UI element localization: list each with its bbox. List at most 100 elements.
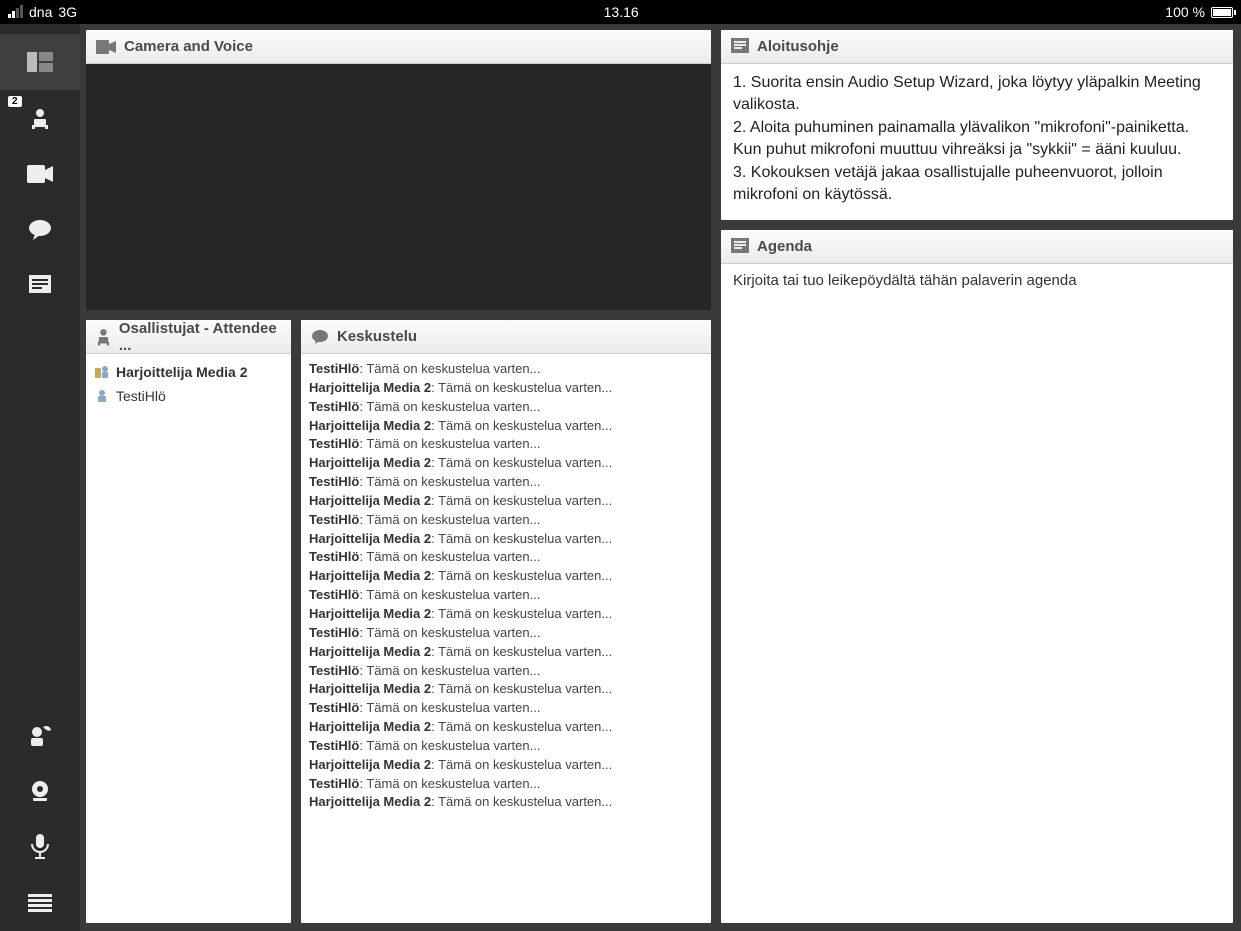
- panel-attendees: Osallistujat - Attendee ... Harjoittelij…: [86, 320, 291, 923]
- main-content: Camera and Voice Osallistujat - Attendee…: [80, 24, 1241, 931]
- panel-chat: Keskustelu TestiHlö: Tämä on keskustelua…: [301, 320, 711, 923]
- sidebar-item-attendees[interactable]: 2: [0, 90, 80, 146]
- sidebar-item-raise-hand[interactable]: [0, 707, 80, 763]
- panel-instructions: Aloitusohje 1. Suorita ensin Audio Setup…: [721, 30, 1233, 220]
- panel-attendees-title: Osallistujat - Attendee ...: [119, 320, 281, 354]
- panel-instructions-header[interactable]: Aloitusohje: [721, 30, 1233, 64]
- panel-instructions-title: Aloitusohje: [757, 38, 839, 55]
- chat-text: : Tämä on keskustelua varten...: [359, 399, 540, 414]
- chat-text: : Tämä on keskustelua varten...: [431, 606, 612, 621]
- chat-text: : Tämä on keskustelua varten...: [431, 644, 612, 659]
- note-icon: [731, 38, 749, 56]
- chat-line: Harjoittelija Media 2: Tämä on keskustel…: [309, 567, 703, 586]
- sidebar-item-chat[interactable]: [0, 202, 80, 258]
- panel-agenda-header[interactable]: Agenda: [721, 230, 1233, 264]
- chat-line: Harjoittelija Media 2: Tämä on keskustel…: [309, 756, 703, 775]
- sidebar-item-layout[interactable]: [0, 34, 80, 90]
- chat-line: Harjoittelija Media 2: Tämä on keskustel…: [309, 643, 703, 662]
- chat-line: TestiHlö: Tämä on keskustelua varten...: [309, 360, 703, 379]
- chat-user: Harjoittelija Media 2: [309, 719, 431, 734]
- chat-user: Harjoittelija Media 2: [309, 644, 431, 659]
- attendee-row[interactable]: Harjoittelija Media 2: [92, 360, 285, 384]
- chat-text: : Tämä on keskustelua varten...: [431, 719, 612, 734]
- chat-user: TestiHlö: [309, 625, 359, 640]
- panel-chat-header[interactable]: Keskustelu: [301, 320, 711, 354]
- chat-text: : Tämä on keskustelua varten...: [359, 474, 540, 489]
- sidebar-item-microphone[interactable]: [0, 819, 80, 875]
- chat-user: TestiHlö: [309, 436, 359, 451]
- chat-line: Harjoittelija Media 2: Tämä on keskustel…: [309, 530, 703, 549]
- person-icon: [96, 328, 111, 346]
- panel-camera-title: Camera and Voice: [124, 38, 253, 55]
- chat-text: : Tämä on keskustelua varten...: [431, 455, 612, 470]
- panel-camera: Camera and Voice: [86, 30, 711, 310]
- chat-line: TestiHlö: Tämä on keskustelua varten...: [309, 435, 703, 454]
- chat-user: Harjoittelija Media 2: [309, 418, 431, 433]
- sidebar-item-menu[interactable]: [0, 875, 80, 931]
- network-label: 3G: [58, 4, 77, 20]
- panel-attendees-header[interactable]: Osallistujat - Attendee ...: [86, 320, 291, 354]
- chat-line: Harjoittelija Media 2: Tämä on keskustel…: [309, 379, 703, 398]
- chat-line: TestiHlö: Tämä on keskustelua varten...: [309, 699, 703, 718]
- attendees-list: Harjoittelija Media 2 TestiHlö: [86, 354, 291, 923]
- note-icon: [731, 238, 749, 256]
- attendee-name: Harjoittelija Media 2: [116, 364, 247, 380]
- instruction-line: 2. Aloita puhuminen painamalla ylävaliko…: [733, 117, 1221, 162]
- camera-stage[interactable]: [86, 64, 711, 310]
- speech-icon: [311, 329, 329, 345]
- chat-text: : Tämä on keskustelua varten...: [359, 776, 540, 791]
- chat-line: TestiHlö: Tämä on keskustelua varten...: [309, 737, 703, 756]
- chat-text: : Tämä on keskustelua varten...: [359, 738, 540, 753]
- chat-user: TestiHlö: [309, 474, 359, 489]
- chat-user: Harjoittelija Media 2: [309, 757, 431, 772]
- panel-agenda-title: Agenda: [757, 238, 812, 255]
- chat-line: Harjoittelija Media 2: Tämä on keskustel…: [309, 605, 703, 624]
- video-icon: [96, 40, 116, 54]
- panel-agenda: Agenda Kirjoita tai tuo leikepöydältä tä…: [721, 230, 1233, 923]
- carrier-label: dna: [29, 4, 52, 20]
- chat-line: Harjoittelija Media 2: Tämä on keskustel…: [309, 417, 703, 436]
- chat-text: : Tämä on keskustelua varten...: [359, 436, 540, 451]
- instruction-line: 3. Kokouksen vetäjä jakaa osallistujalle…: [733, 162, 1221, 207]
- chat-user: TestiHlö: [309, 587, 359, 602]
- attendee-row[interactable]: TestiHlö: [92, 384, 285, 408]
- panel-camera-header[interactable]: Camera and Voice: [86, 30, 711, 64]
- chat-log[interactable]: TestiHlö: Tämä on keskustelua varten...H…: [301, 354, 711, 923]
- chat-user: TestiHlö: [309, 700, 359, 715]
- chat-user: Harjoittelija Media 2: [309, 681, 431, 696]
- chat-text: : Tämä on keskustelua varten...: [359, 663, 540, 678]
- sidebar: 2: [0, 24, 80, 931]
- chat-line: Harjoittelija Media 2: Tämä on keskustel…: [309, 454, 703, 473]
- chat-user: Harjoittelija Media 2: [309, 531, 431, 546]
- chat-user: TestiHlö: [309, 361, 359, 376]
- agenda-body[interactable]: Kirjoita tai tuo leikepöydältä tähän pal…: [721, 264, 1233, 923]
- chat-user: Harjoittelija Media 2: [309, 568, 431, 583]
- chat-user: Harjoittelija Media 2: [309, 380, 431, 395]
- chat-line: Harjoittelija Media 2: Tämä on keskustel…: [309, 793, 703, 812]
- chat-text: : Tämä on keskustelua varten...: [359, 549, 540, 564]
- chat-text: : Tämä on keskustelua varten...: [431, 681, 612, 696]
- chat-text: : Tämä on keskustelua varten...: [359, 361, 540, 376]
- instructions-body: 1. Suorita ensin Audio Setup Wizard, jok…: [721, 64, 1233, 220]
- host-icon: [94, 364, 110, 380]
- chat-text: : Tämä on keskustelua varten...: [431, 380, 612, 395]
- chat-user: TestiHlö: [309, 663, 359, 678]
- chat-text: : Tämä on keskustelua varten...: [431, 493, 612, 508]
- panel-chat-title: Keskustelu: [337, 328, 417, 345]
- chat-text: : Tämä on keskustelua varten...: [431, 531, 612, 546]
- chat-line: TestiHlö: Tämä on keskustelua varten...: [309, 398, 703, 417]
- chat-user: Harjoittelija Media 2: [309, 493, 431, 508]
- chat-line: TestiHlö: Tämä on keskustelua varten...: [309, 548, 703, 567]
- attendee-name: TestiHlö: [116, 388, 166, 404]
- instruction-line: 1. Suorita ensin Audio Setup Wizard, jok…: [733, 72, 1221, 117]
- sidebar-item-camera[interactable]: [0, 146, 80, 202]
- agenda-text: Kirjoita tai tuo leikepöydältä tähän pal…: [733, 272, 1077, 289]
- sidebar-item-webcam[interactable]: [0, 763, 80, 819]
- chat-user: Harjoittelija Media 2: [309, 794, 431, 809]
- sidebar-item-notes[interactable]: [0, 258, 80, 314]
- chat-user: TestiHlö: [309, 549, 359, 564]
- chat-line: Harjoittelija Media 2: Tämä on keskustel…: [309, 492, 703, 511]
- chat-text: : Tämä on keskustelua varten...: [359, 512, 540, 527]
- status-bar: dna 3G 13.16 100 %: [0, 0, 1241, 24]
- chat-text: : Tämä on keskustelua varten...: [359, 587, 540, 602]
